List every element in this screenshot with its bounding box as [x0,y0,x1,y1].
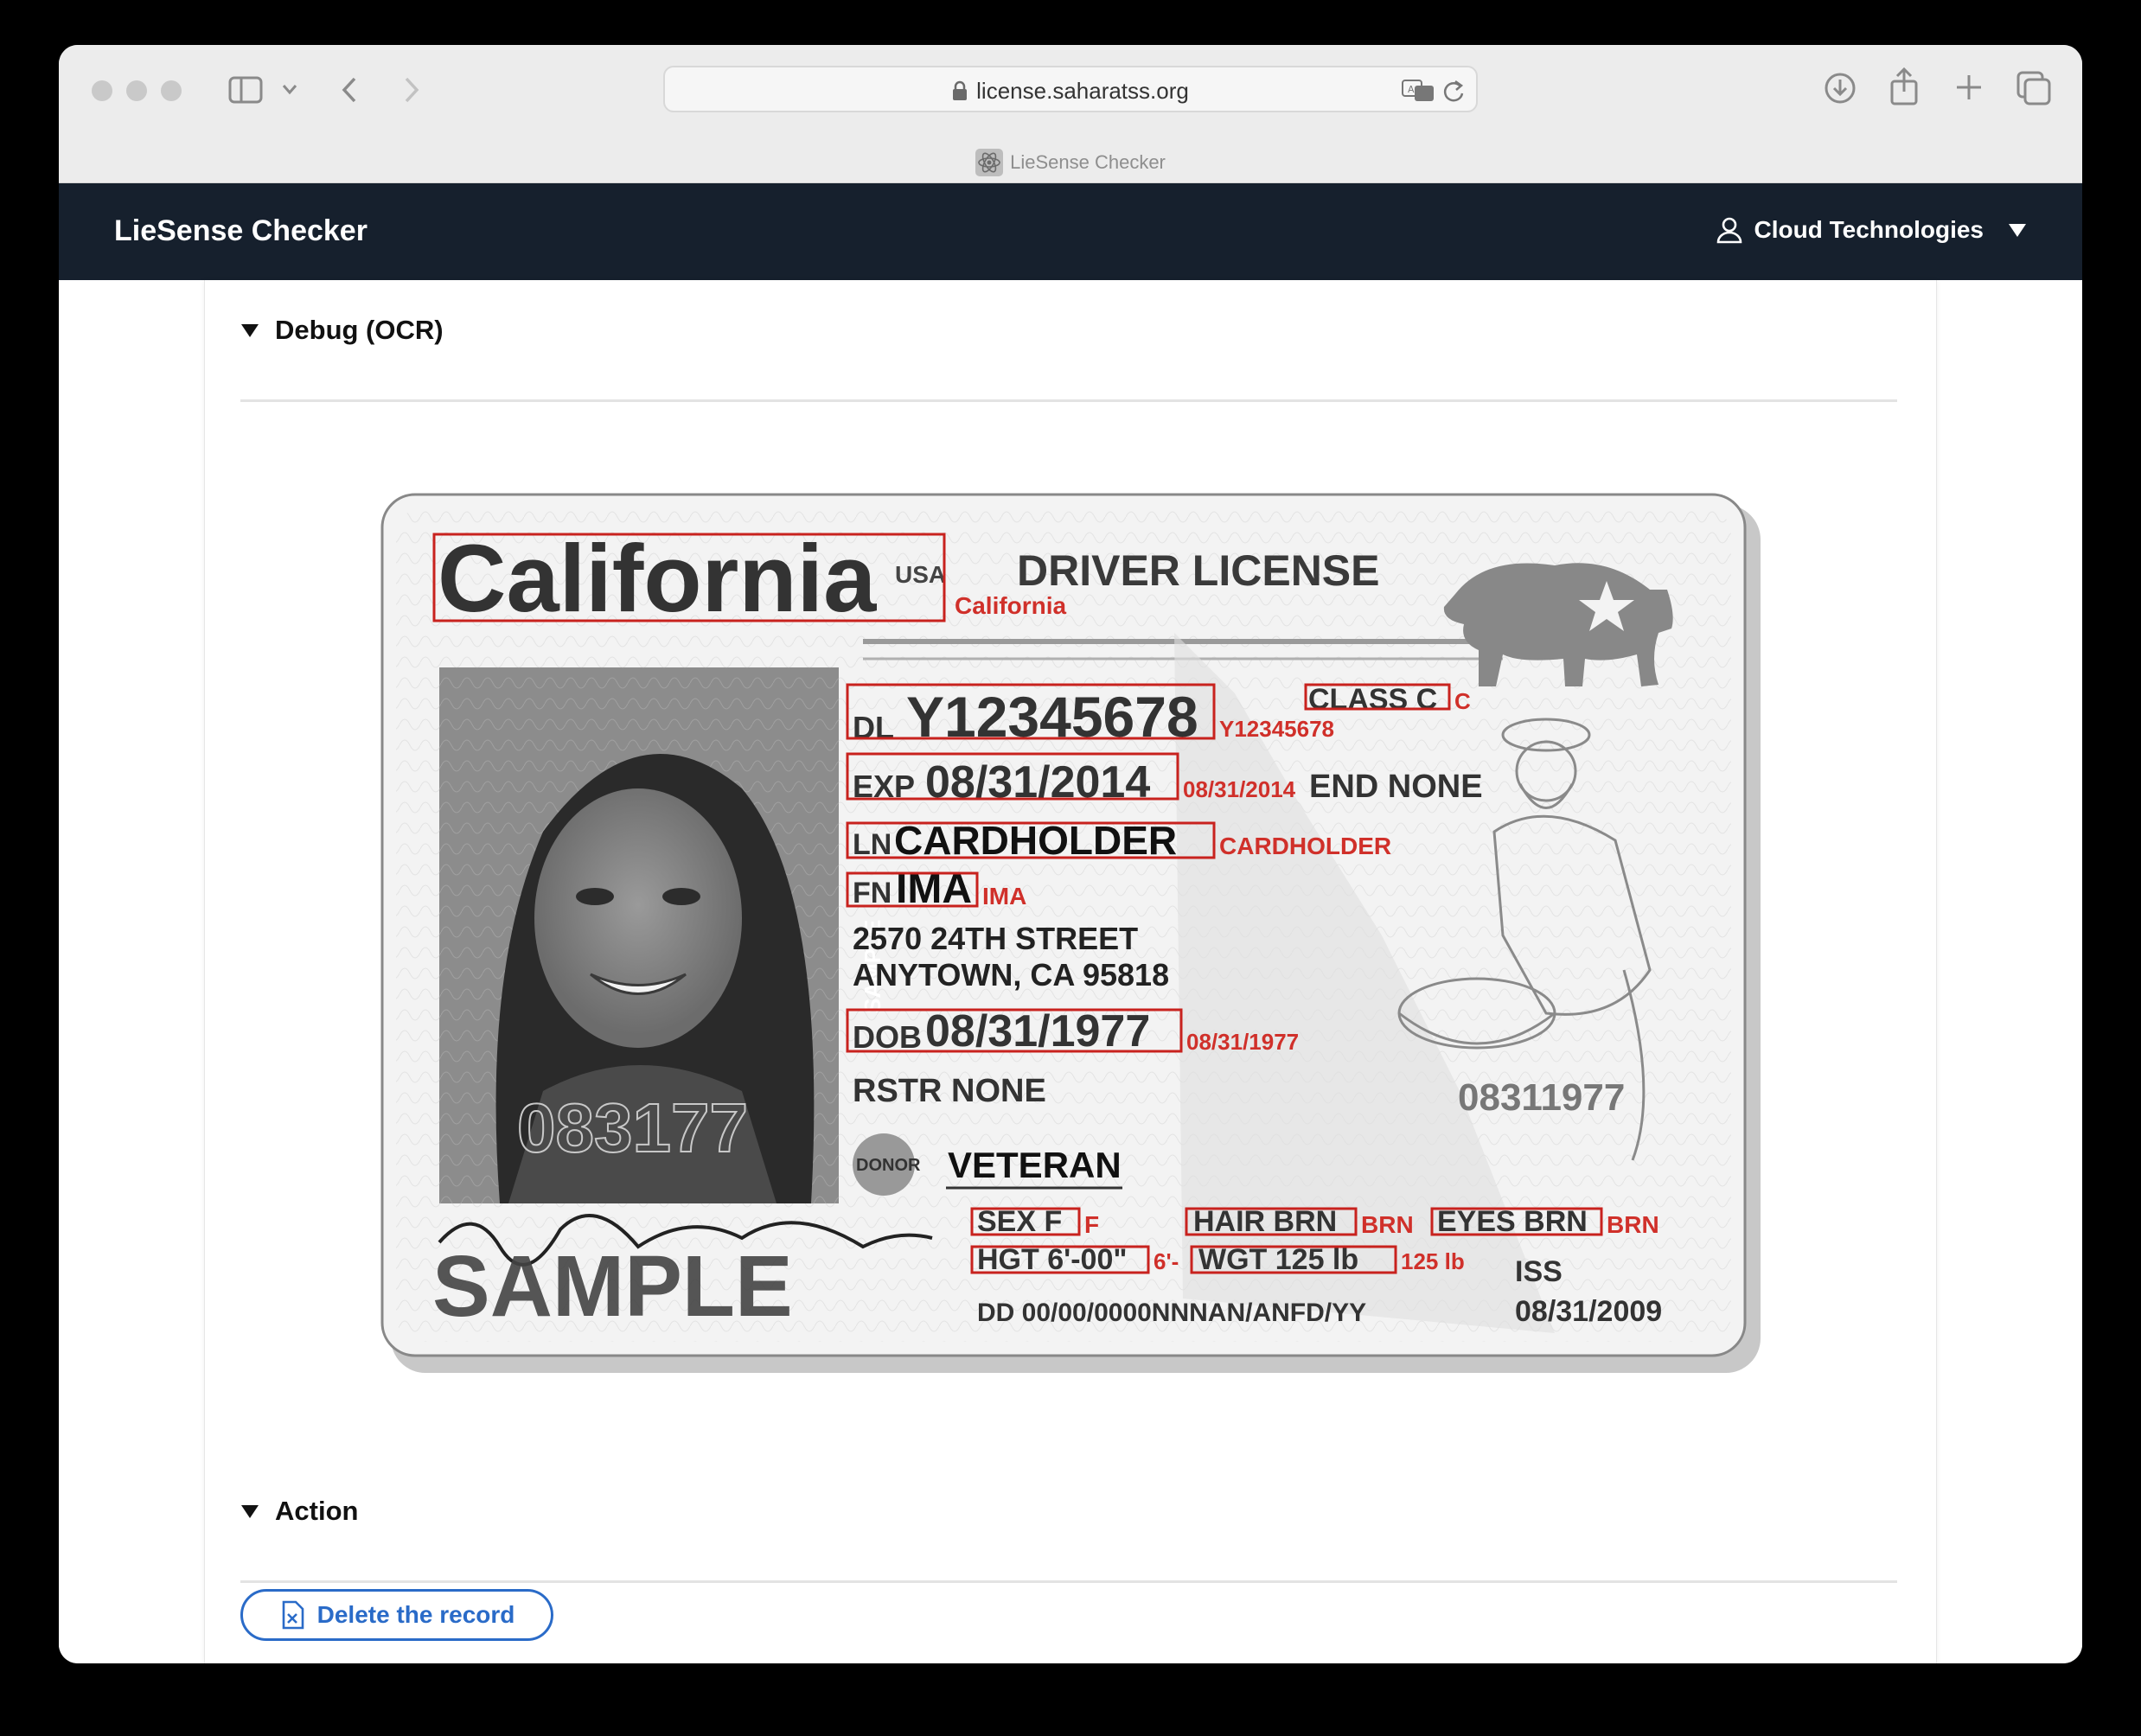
zoom-window-button[interactable] [161,80,182,101]
user-name: Cloud Technologies [1754,216,1984,243]
app-brand[interactable]: LieSense Checker [114,214,367,248]
sample-watermark: SAMPLE [432,1238,793,1335]
tab-title: LieSense Checker [1010,151,1166,173]
dob-date: 08/31/1977 [925,1006,1150,1056]
close-window-button[interactable] [92,80,112,101]
ocr-dob: 08/31/1977 [1186,1029,1299,1055]
license-heading: DRIVER LICENSE [1017,546,1380,595]
share-icon[interactable] [1889,67,1920,105]
app-navbar: LieSense Checker Cloud Technologies [59,183,2082,280]
hair-field: HAIR BRN [1193,1205,1337,1238]
browser-window: license.saharatss.org A LieSense Checker… [59,45,2082,1663]
height-field: HGT 6'-00" [977,1243,1127,1276]
delete-record-label: Delete the record [316,1601,515,1628]
action-section-header[interactable]: Action [240,1496,358,1527]
ocr-last-name: CARDHOLDER [1219,833,1391,859]
end-field: END NONE [1309,769,1483,805]
divider [240,1580,1897,1583]
ghost-number: 08311977 [1458,1076,1625,1119]
ocr-exp: 08/31/2014 [1183,776,1296,802]
ocr-eyes: BRN [1607,1211,1659,1238]
last-name: CARDHOLDER [894,818,1177,863]
eyes-field: EYES BRN [1437,1205,1588,1238]
veteran-field: VETERAN [948,1145,1122,1185]
reload-icon[interactable] [1441,78,1466,104]
fn-label: FN [853,877,892,909]
caret-down-icon [2009,224,2026,237]
photo-ghost-number: 083177 [517,1089,748,1166]
forward-icon[interactable] [401,76,422,104]
address-line-2: ANYTOWN, CA 95818 [853,957,1169,992]
address-bar[interactable]: license.saharatss.org A [663,66,1478,112]
downloads-icon[interactable] [1823,71,1857,105]
ocr-first-name: IMA [982,883,1026,909]
license-country: USA [895,561,946,588]
class-field: CLASS C [1308,683,1437,716]
browser-toolbar: license.saharatss.org A LieSense Checker [59,45,2082,183]
debug-section-header[interactable]: Debug (OCR) [240,315,444,346]
back-icon[interactable] [339,76,360,104]
weight-field: WGT 125 lb [1198,1243,1358,1276]
divider [240,399,1897,402]
main-content: Debug (OCR) 083177 SAMPLE California USA… [59,280,2082,1663]
ocr-class: C [1454,688,1471,714]
debug-section-title: Debug (OCR) [275,315,444,345]
donor-badge: DONOR [856,1156,921,1175]
svg-text:A: A [1408,84,1415,95]
disclosure-triangle-icon [241,324,259,337]
react-favicon-icon [975,149,1004,176]
chevron-down-icon[interactable] [282,83,297,95]
translate-icon[interactable]: A [1402,79,1435,103]
dd-field: DD 00/00/0000NNNAN/ANFD/YY [977,1299,1366,1327]
user-icon [1716,217,1742,244]
disclosure-triangle-icon [241,1505,259,1518]
minimize-window-button[interactable] [126,80,147,101]
address-line-1: 2570 24TH STREET [853,921,1138,956]
rstr-field: RSTR NONE [853,1073,1046,1109]
iss-label: ISS [1515,1255,1563,1288]
dob-label: DOB [853,1019,922,1055]
user-menu[interactable]: Cloud Technologies [1716,216,2027,244]
action-section-title: Action [275,1496,359,1526]
ocr-height: 6'- [1154,1248,1179,1274]
ocr-dl-number: Y12345678 [1219,716,1334,742]
ocr-state: California [955,592,1067,619]
dl-label: DL [853,710,894,745]
ocr-hair: BRN [1361,1211,1414,1238]
license-image: 083177 SAMPLE California USA DRIVER LICE… [379,486,1762,1376]
delete-record-button[interactable]: Delete the record [240,1589,553,1641]
ocr-weight: 125 lb [1401,1248,1465,1274]
iss-date: 08/31/2009 [1515,1295,1662,1328]
file-delete-icon [282,1600,304,1630]
license-state: California [438,526,877,632]
sidebar-toggle-icon[interactable] [228,76,263,104]
ln-label: LN [853,828,892,861]
ocr-sex: F [1084,1211,1099,1238]
tab-overview-icon[interactable] [2016,71,2051,105]
new-tab-icon[interactable] [1954,73,1984,102]
sex-field: SEX F [977,1205,1062,1238]
active-tab[interactable]: LieSense Checker [59,149,2082,176]
lock-icon [953,80,968,100]
url-text: license.saharatss.org [976,78,1189,104]
